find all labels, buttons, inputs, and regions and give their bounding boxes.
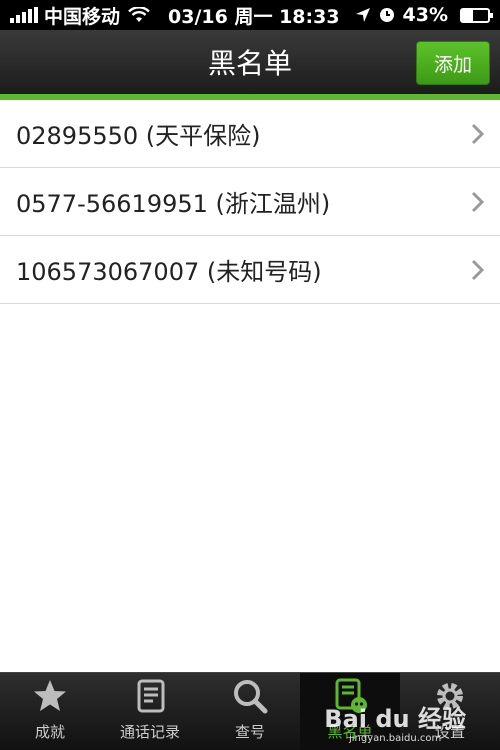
list-item-label: 0577-56619951 (浙江温州) bbox=[16, 190, 331, 218]
baidu-watermark: Bai du 经验 jingyan.baidu.com bbox=[324, 707, 466, 744]
chevron-right-icon bbox=[471, 259, 485, 280]
tab-label: 通话记录 bbox=[119, 723, 180, 741]
tab-label: 成就 bbox=[34, 723, 65, 741]
alarm-clock-icon bbox=[379, 8, 394, 22]
star-icon bbox=[34, 680, 66, 711]
wifi-icon bbox=[128, 7, 150, 22]
search-icon bbox=[234, 680, 268, 714]
blacklist-list: 02895550 (天平保险) 0577-56619951 (浙江温州) 106… bbox=[0, 100, 500, 304]
chevron-right-icon bbox=[471, 191, 485, 212]
tab-number-lookup[interactable]: 查号 bbox=[200, 673, 300, 750]
watermark-brand: Bai du 经验 bbox=[324, 705, 466, 733]
battery-fill bbox=[462, 9, 474, 21]
tab-label: 查号 bbox=[234, 723, 265, 741]
call-log-icon bbox=[137, 679, 165, 713]
battery-percent: 43% bbox=[402, 4, 448, 26]
status-bar: 中国移动 03/16 周一 18:33 43% bbox=[0, 0, 500, 30]
list-item[interactable]: 106573067007 (未知号码) bbox=[0, 236, 500, 304]
location-icon bbox=[355, 8, 370, 22]
signal-strength-icon bbox=[10, 7, 38, 23]
carrier-name: 中国移动 bbox=[44, 5, 121, 28]
tab-achievements[interactable]: 成就 bbox=[0, 673, 100, 750]
chevron-right-icon bbox=[471, 123, 485, 144]
navigation-bar: 黑名单 添加 bbox=[0, 30, 500, 100]
tab-call-log[interactable]: 通话记录 bbox=[100, 673, 200, 750]
list-item[interactable]: 02895550 (天平保险) bbox=[0, 100, 500, 168]
status-datetime: 03/16 周一 18:33 bbox=[168, 5, 340, 28]
watermark-url: jingyan.baidu.com bbox=[349, 733, 442, 744]
battery-icon bbox=[460, 7, 493, 23]
list-item-label: 106573067007 (未知号码) bbox=[16, 258, 322, 286]
list-item[interactable]: 0577-56619951 (浙江温州) bbox=[0, 168, 500, 236]
add-button[interactable]: 添加 bbox=[416, 41, 490, 85]
list-item-label: 02895550 (天平保险) bbox=[16, 122, 261, 150]
